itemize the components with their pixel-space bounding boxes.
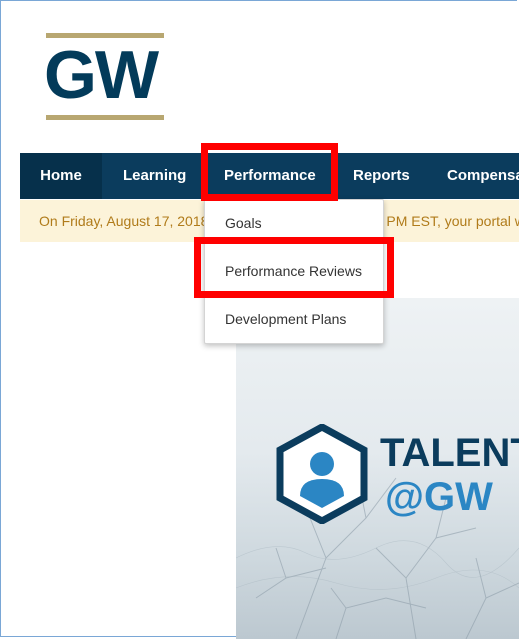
- banner-title-talent: TALENT: [380, 431, 519, 475]
- talent-person-icon: [276, 424, 368, 524]
- notice-text-right: PM EST, your portal w: [386, 213, 519, 229]
- nav-item-compensation[interactable]: Compensa: [447, 153, 519, 199]
- logo-bottom-rule: [46, 115, 164, 120]
- menu-item-goals[interactable]: Goals: [225, 215, 262, 231]
- gw-logo[interactable]: GW: [44, 35, 159, 115]
- notice-text-left: On Friday, August 17, 2018: [39, 213, 209, 229]
- highlight-performance-tab: [201, 143, 338, 201]
- nav-item-learning[interactable]: Learning: [123, 153, 186, 199]
- banner-title-gw: @GW: [385, 475, 493, 519]
- menu-item-development-plans[interactable]: Development Plans: [225, 311, 346, 327]
- nav-item-home[interactable]: Home: [20, 153, 102, 199]
- highlight-performance-reviews: [194, 237, 394, 298]
- nav-item-reports[interactable]: Reports: [353, 153, 410, 199]
